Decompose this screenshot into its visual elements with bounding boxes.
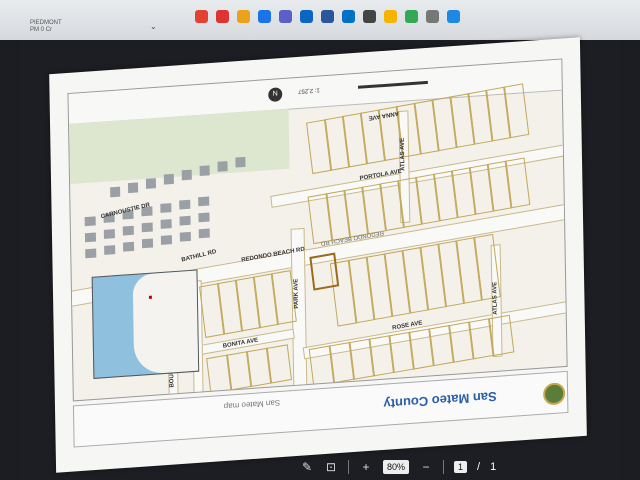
page-separator: / (477, 461, 481, 473)
building (141, 222, 153, 233)
app3-icon[interactable] (426, 10, 439, 23)
outlook-icon[interactable] (342, 10, 355, 23)
building (104, 245, 116, 255)
camera-icon[interactable] (216, 10, 229, 23)
building (163, 173, 174, 185)
building (84, 216, 96, 227)
parcel (487, 314, 515, 357)
taskbar-apps (195, 10, 460, 23)
chevron-down-icon[interactable]: ⌄ (150, 22, 157, 31)
monitor-icon[interactable] (363, 10, 376, 23)
scale-bar (357, 80, 428, 89)
building (199, 165, 210, 177)
building (103, 229, 115, 239)
app4-icon[interactable] (447, 10, 460, 23)
chrome2-icon[interactable] (405, 10, 418, 23)
building (179, 231, 191, 242)
county-brand: San Mateo County (383, 388, 497, 412)
parcel (265, 344, 293, 384)
taskbar: PIEDMONT PM 0 Cr ⌄ (0, 0, 640, 40)
zoom-level-input[interactable]: 80% (383, 460, 410, 474)
building (181, 169, 192, 181)
chrome-icon[interactable] (195, 10, 208, 23)
building (127, 182, 139, 194)
street-label-park-ave: PARK AVE (293, 278, 300, 309)
page-total: 1 (490, 461, 497, 473)
building (198, 228, 210, 239)
street-label-atlas: ATLAS AVE (399, 137, 407, 172)
map-title: San Mateo map (223, 397, 281, 411)
building (123, 241, 135, 252)
building (160, 203, 172, 213)
inset-land (132, 270, 200, 376)
building (122, 225, 134, 236)
map-document: N 1: 2,257 REDONDO BEACH RD REDONDO BEAC… (49, 37, 587, 473)
street-label-bathill: BATHILL RD (180, 249, 217, 264)
app-icon[interactable] (258, 10, 271, 23)
credit-text (452, 66, 552, 73)
building (145, 178, 157, 189)
page-number-input[interactable]: 1 (454, 461, 468, 473)
taskbar-clock: PIEDMONT PM 0 Cr (30, 20, 90, 34)
building (84, 232, 97, 243)
word-icon[interactable] (321, 10, 334, 23)
selected-parcel[interactable] (309, 252, 340, 291)
draw-icon[interactable]: ✎ (300, 460, 314, 474)
disclaimer-text (108, 86, 268, 97)
toolbar-divider (348, 460, 349, 474)
scale-text: 1: 2,257 (298, 86, 320, 94)
building (198, 212, 210, 223)
building (141, 238, 154, 249)
fit-page-icon[interactable]: ⊡ (324, 460, 338, 474)
app2-icon[interactable] (384, 10, 397, 23)
building (85, 248, 97, 259)
teams-icon[interactable] (279, 10, 292, 23)
street-label-atlas-2: ATLAS AVE (492, 281, 499, 315)
taskbar-line-1: PIEDMONT (30, 20, 62, 26)
zoom-in-button[interactable]: + (359, 460, 373, 474)
toolbar-divider-2 (443, 460, 445, 474)
building (179, 215, 191, 226)
mail-icon[interactable] (300, 10, 313, 23)
zoom-out-button[interactable]: − (419, 460, 433, 474)
taskbar-line-2: PM 0 Cr (30, 27, 53, 33)
north-arrow-icon: N (268, 87, 283, 103)
county-seal-icon (542, 382, 566, 406)
map-frame: N 1: 2,257 REDONDO BEACH RD REDONDO BEAC… (67, 58, 568, 402)
building (235, 156, 246, 168)
locator-inset-map (91, 269, 200, 379)
building (198, 196, 210, 207)
building (179, 199, 191, 210)
building (160, 235, 172, 245)
building (217, 161, 228, 172)
building (110, 186, 121, 198)
location-marker-icon (148, 295, 152, 299)
folder-icon[interactable] (237, 10, 250, 23)
building (160, 219, 172, 229)
pdf-viewer-toolbar: ✎ ⊡ + 80% − 1 / 1 (300, 456, 496, 478)
